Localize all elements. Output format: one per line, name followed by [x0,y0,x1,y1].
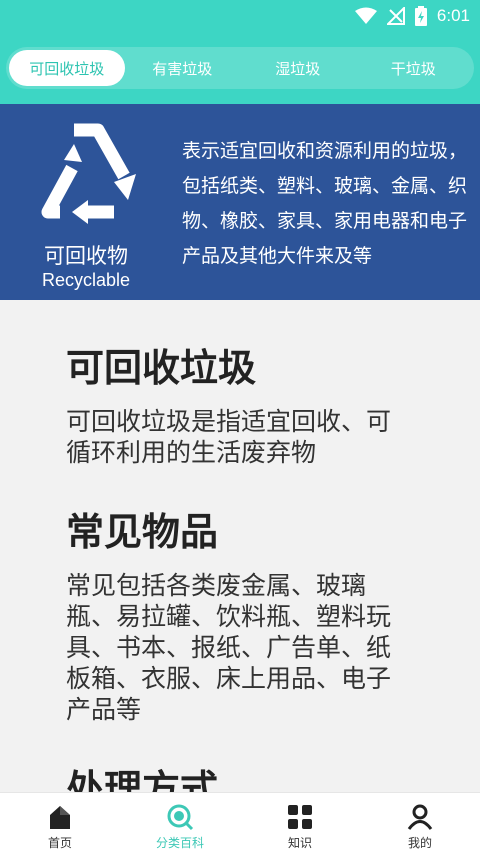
nav-label-profile: 我的 [407,836,432,850]
tab-hazardous[interactable]: 有害垃圾 [125,50,241,86]
bottom-nav: 首页 分类百科 知识 我的 [0,792,480,855]
search-icon [167,804,194,831]
nav-item-knowledge[interactable]: 知识 [240,793,360,855]
section-title-recyclable: 可回收垃圾 [66,346,257,390]
banner-description: 表示适宜回收和资源利用的垃圾，包括纸类、塑料、玻璃、金属、织物、橡胶、家具、家用… [182,140,468,267]
recycle-icon [41,123,136,224]
section-body-common-items: 常见包括各类废金属、玻璃瓶、易拉罐、饮料瓶、塑料玩具、书本、报纸、广告单、纸板箱… [66,571,392,724]
content-scroll[interactable]: 可回收垃圾 可回收垃圾是指适宜回收、可循环利用的生活废弃物 常见物品 常见包括各… [0,300,480,792]
wifi-icon [354,7,377,24]
nav-item-home[interactable]: 首页 [0,793,120,855]
status-bar: 6:01 [0,0,480,34]
tab-dry[interactable]: 干垃圾 [356,50,472,86]
no-signal-icon [386,7,405,25]
tab-area: 可回收垃圾 有害垃圾 湿垃圾 干垃圾 [0,34,480,104]
status-time: 6:01 [436,6,470,25]
nav-label-knowledge: 知识 [287,836,312,850]
tab-wet[interactable]: 湿垃圾 [240,50,356,86]
category-banner: 可回收物 Recyclable 表示适宜回收和资源利用的垃圾，包括纸类、塑料、玻… [0,104,480,300]
user-icon [407,804,433,830]
banner-title: 可回收物 [44,244,128,268]
home-icon [50,806,70,829]
tab-recyclable[interactable]: 可回收垃圾 [9,50,125,86]
nav-item-encyclopedia[interactable]: 分类百科 [120,793,240,855]
grid-icon [288,805,312,829]
nav-label-encyclopedia: 分类百科 [155,836,204,850]
status-icons: 6:01 [354,6,470,26]
section-title-disposal: 处理方式 [66,767,219,792]
section-title-common-items: 常见物品 [66,510,219,554]
nav-label-home: 首页 [47,836,72,850]
battery-icon [414,6,427,26]
banner-subtitle: Recyclable [41,270,131,290]
nav-item-profile[interactable]: 我的 [360,793,480,855]
category-tab-bar: 可回收垃圾 有害垃圾 湿垃圾 干垃圾 [6,47,474,89]
section-body-recyclable: 可回收垃圾是指适宜回收、可循环利用的生活废弃物 [66,407,392,467]
